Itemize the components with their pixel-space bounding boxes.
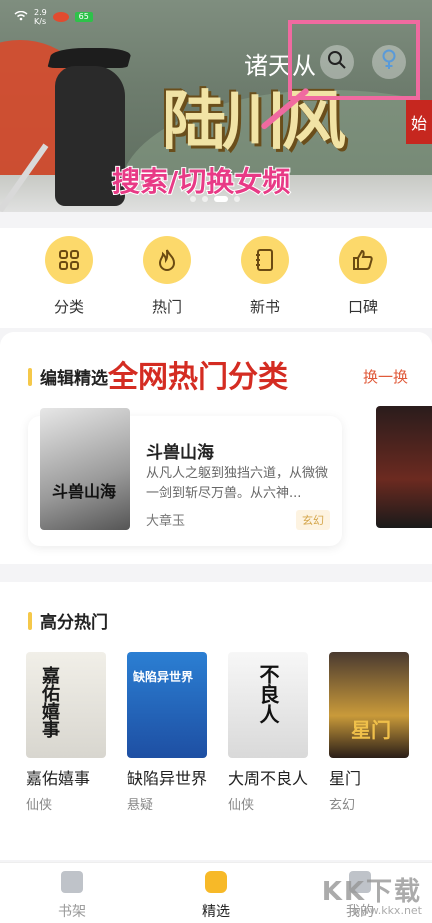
eye-care-icon [52, 12, 69, 22]
book-author: 大章玉 [146, 514, 186, 529]
book-genre: 仙侠 [26, 798, 53, 813]
swap-button[interactable]: 换一换 [363, 366, 408, 387]
app-root: 诸天从 陆川风 始 2.9 K/s 65 搜索/切换女频 分类 热门 新书 口碑… [0, 0, 432, 923]
book-cover: 星门 [329, 652, 409, 758]
book-cover: 斗兽山海 [40, 408, 130, 530]
book-genre: 悬疑 [127, 798, 154, 813]
category-item-hot[interactable]: 热门 [132, 228, 202, 328]
category-label: 口碑 [347, 298, 378, 316]
cover-title: 嘉佑嬉事 [39, 666, 60, 738]
thumbs-up-icon [339, 236, 387, 284]
book-title: 大周不良人 [228, 769, 309, 788]
book-item[interactable]: 嘉佑嬉事 嘉佑嬉事 仙侠 [26, 652, 106, 813]
category-label: 新书 [249, 298, 280, 316]
annotation-label: 搜索/切换女频 [111, 164, 291, 199]
category-item-reputation[interactable]: 口碑 [328, 228, 398, 328]
section-accent-bar [28, 367, 32, 386]
bookshelf-icon [61, 871, 83, 893]
book-description: 从凡人之躯到独挡六道，从微微一剑到斩尽万兽。从六神... [146, 466, 329, 501]
grid-icon [45, 236, 93, 284]
category-label: 分类 [53, 298, 84, 316]
promo-banner[interactable]: 诸天从 陆川风 始 2.9 K/s 65 搜索/切换女频 [0, 0, 432, 212]
book-item[interactable]: 不良人 大周不良人 仙侠 [228, 652, 308, 813]
next-book-cover-peek[interactable] [376, 406, 432, 528]
carousel-dot[interactable] [202, 196, 208, 202]
cover-title: 不良人 [256, 664, 280, 724]
featured-book-card[interactable]: 斗兽山海 斗兽山海 从凡人之躯到独挡六道，从微微一剑到斩尽万兽。从六神... 大… [28, 408, 342, 546]
carousel-dot[interactable] [234, 196, 240, 202]
editor-picks-section: 编辑精选 全网热门分类 换一换 斗兽山海 斗兽山海 从凡人之躯到独挡六道，从微微… [0, 332, 432, 564]
watermark-text: KK下载 [321, 877, 422, 907]
book-item[interactable]: 星门 星门 玄幻 [329, 652, 409, 813]
tab-bookshelf[interactable]: 书架 [0, 863, 144, 923]
flame-icon [143, 236, 191, 284]
category-item-classify[interactable]: 分类 [34, 228, 104, 328]
category-label: 热门 [151, 298, 182, 316]
book-title: 嘉佑嬉事 [26, 769, 91, 788]
book-title: 星门 [329, 769, 362, 788]
section-accent-bar [28, 611, 32, 630]
section-title: 编辑精选 [40, 369, 108, 389]
book-cover: 不良人 [228, 652, 308, 758]
annotation-label: 全网热门分类 [107, 359, 289, 396]
book-genre: 仙侠 [228, 798, 255, 813]
book-cover: 缺陷异世界 [127, 652, 207, 758]
notebook-icon [241, 236, 289, 284]
section-header: 编辑精选 [28, 364, 108, 389]
carousel-indicator [190, 196, 240, 202]
cover-title: 星门 [351, 718, 391, 742]
battery-indicator: 65 [74, 12, 93, 22]
hero-hat [47, 48, 133, 68]
genre-tag: 玄幻 [296, 510, 330, 530]
home-icon [205, 871, 227, 893]
category-row: 分类 热门 新书 口碑 [0, 228, 432, 328]
section-title: 高分热门 [40, 613, 108, 633]
tab-label: 精选 [202, 904, 230, 920]
tab-label: 书架 [58, 904, 86, 920]
site-watermark: KK下载 www.kkx.net [322, 871, 422, 917]
book-item[interactable]: 缺陷异世界 缺陷异世界 悬疑 [127, 652, 207, 813]
status-bar: 2.9 K/s 65 [14, 8, 93, 26]
tab-featured[interactable]: 精选 [144, 863, 288, 923]
annotation-highlight-box [288, 20, 420, 100]
high-score-section: 高分热门 嘉佑嬉事 嘉佑嬉事 仙侠 缺陷异世界 缺陷异世界 悬疑 不良人 大周不… [0, 582, 432, 860]
cover-title: 缺陷异世界 [133, 670, 194, 684]
network-speed: 2.9 K/s [34, 8, 47, 26]
banner-side-tag: 始 [406, 100, 432, 144]
section-header: 高分热门 [28, 608, 108, 633]
carousel-dot[interactable] [190, 196, 196, 202]
carousel-dot-active[interactable] [214, 196, 228, 202]
book-list: 嘉佑嬉事 嘉佑嬉事 仙侠 缺陷异世界 缺陷异世界 悬疑 不良人 大周不良人 仙侠 [26, 652, 409, 813]
book-title: 缺陷异世界 [127, 769, 208, 788]
book-title: 斗兽山海 [146, 443, 214, 463]
cover-title: 斗兽山海 [52, 482, 117, 501]
book-genre: 玄幻 [329, 798, 356, 813]
wifi-icon [14, 10, 28, 24]
book-cover: 嘉佑嬉事 [26, 652, 106, 758]
category-item-new[interactable]: 新书 [230, 228, 300, 328]
